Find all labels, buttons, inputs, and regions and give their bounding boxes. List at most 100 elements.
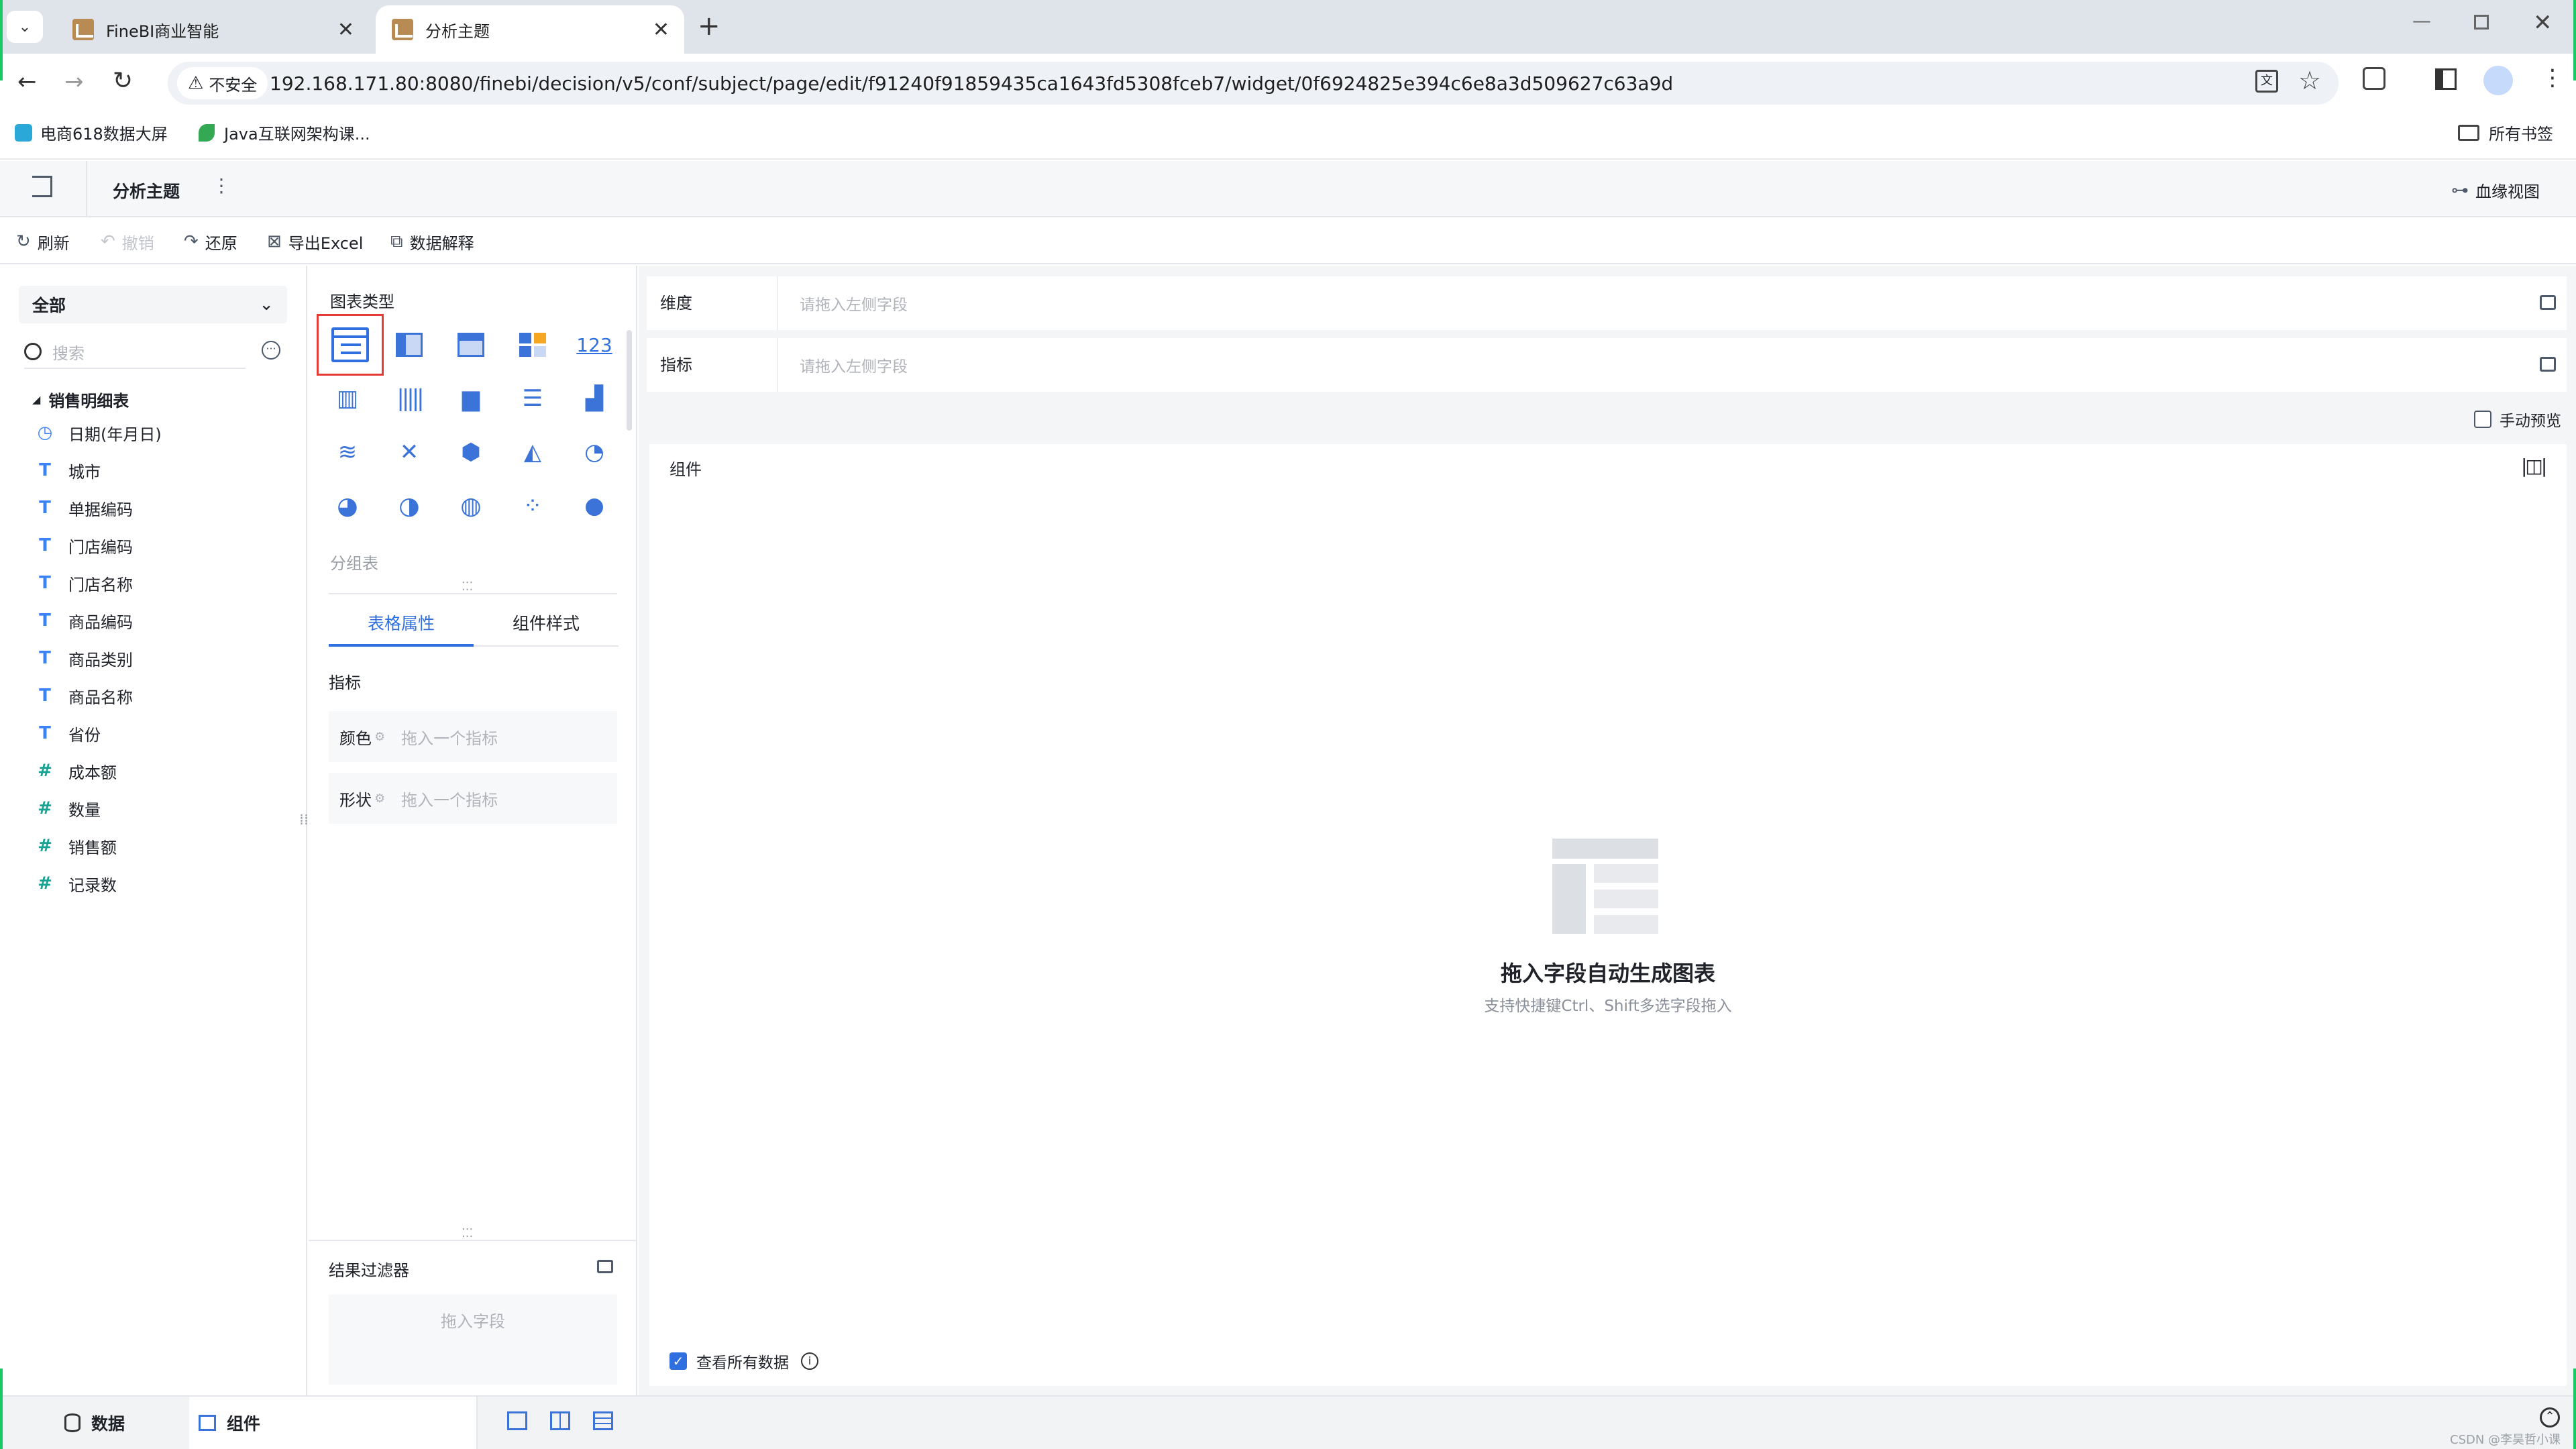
chart-type-detail-table[interactable] [449,323,492,366]
shape-label: 形状 [339,790,372,810]
chart-type-line[interactable]: ✕ [388,431,431,474]
metric-placeholder[interactable]: 请拖入左侧字段 [800,354,908,376]
component-tab[interactable]: 组件 [189,1397,478,1449]
close-tab-icon[interactable]: ✕ [337,18,354,42]
browser-tab-subject[interactable]: 分析主题 ✕ [376,5,684,54]
new-tab-button[interactable]: + [698,11,720,42]
add-dashboard-icon[interactable] [550,1411,570,1430]
chart-type-map[interactable]: ◍ [449,484,492,527]
field-item[interactable]: # 记录数 [36,868,117,899]
chart-type-pie[interactable]: ◕ [326,484,369,527]
chart-type-bubble[interactable]: ● [573,484,616,527]
field-item[interactable]: # 销售额 [36,830,117,861]
chart-type-bar[interactable]: ☰ [511,377,554,420]
filter-drop-zone[interactable]: 拖入字段 [329,1295,617,1385]
tab-component-style[interactable]: 组件样式 [474,608,619,647]
chart-type-gauge[interactable]: ◔ [573,431,616,474]
table-node[interactable]: ◢ 销售明细表 [32,388,129,411]
field-item[interactable]: T 城市 [36,455,101,486]
browser-tab-finebi[interactable]: FineBI商业智能 ✕ [47,5,369,54]
chart-type-crosstab[interactable] [388,323,431,366]
chart-type-kpi-card[interactable] [511,323,554,366]
undo-button[interactable]: ↶ 撤销 [101,219,154,264]
data-tab[interactable]: 数据 [0,1397,189,1449]
url-text[interactable]: 192.168.171.80:8080/finebi/decision/v5/c… [270,72,1673,95]
color-drop-zone[interactable]: 颜色 ⚙ 拖入一个指标 [329,711,617,762]
chart-type-radar[interactable]: ⬢ [449,431,492,474]
browser-menu-icon[interactable]: ⋮ [2541,64,2564,91]
side-panel-icon[interactable] [2435,68,2457,90]
lock-icon[interactable] [2540,295,2556,310]
chart-type-grouped-column[interactable]: ||||| [388,377,431,420]
field-item[interactable]: T 省份 [36,718,101,749]
add-component-icon[interactable] [507,1411,527,1430]
field-item[interactable]: # 成本额 [36,755,117,786]
checkbox-checked[interactable]: ✓ [669,1352,687,1370]
more-options-icon[interactable]: ··· [262,341,280,360]
view-all-data-toggle[interactable]: ✓ 查看所有数据 i [669,1350,818,1373]
lineage-view-button[interactable]: ⊶ 血缘视图 [2451,178,2540,202]
tab-search-button[interactable]: ⌄ [7,11,43,43]
info-icon[interactable]: i [801,1352,818,1370]
export-excel-button[interactable]: ⊠ 导出Excel [267,219,363,264]
all-bookmarks[interactable]: 所有书签 [2458,121,2553,144]
chart-type-waterfall[interactable]: ▟ [573,377,616,420]
chart-type-text[interactable]: 123 [573,323,616,366]
filter-lock-icon[interactable] [597,1260,613,1273]
vertical-scrollbar[interactable] [627,330,632,431]
chart-type-rose[interactable]: ◑ [388,484,431,527]
profile-avatar[interactable] [2483,66,2513,95]
data-explain-button[interactable]: ⧉ 数据解释 [390,219,474,264]
lock-icon[interactable] [2540,357,2556,372]
chart-type-multi-line[interactable]: ≋ [326,431,369,474]
exit-icon[interactable] [32,176,52,197]
field-item[interactable]: ◷ 日期(年月日) [36,417,162,448]
chart-type-scatter[interactable]: ⁘ [511,484,554,527]
close-tab-icon[interactable]: ✕ [653,18,669,42]
security-chip[interactable]: ⚠ 不安全 [177,67,268,99]
chart-type-stacked-column[interactable]: ▥ [326,377,369,420]
section-resize-handle[interactable]: ⁚⁚⁚ [462,580,473,594]
search-input[interactable]: 搜索 [24,335,246,369]
collapse-up-icon[interactable]: ⌃ [2540,1407,2560,1428]
redo-button[interactable]: ↷ 还原 [184,219,237,264]
reload-icon[interactable]: ↻ [113,67,133,95]
text-field-icon: T [39,498,51,518]
more-icon[interactable]: ⋮ [212,174,231,197]
field-item[interactable]: T 商品名称 [36,680,133,711]
checkbox[interactable] [2474,411,2491,428]
add-report-icon[interactable] [593,1411,613,1430]
scope-select[interactable]: 全部 ⌄ [19,286,287,323]
chart-icon [199,1415,216,1431]
back-icon[interactable]: ← [17,68,37,95]
chart-settings-icon[interactable]: |◫| [2521,455,2547,477]
close-window-button[interactable]: ✕ [2533,9,2553,36]
number-text-icon: 123 [576,333,612,356]
extensions-icon[interactable] [2363,67,2385,90]
minimize-button[interactable]: — [2412,9,2431,32]
address-bar[interactable]: ⚠ 不安全 192.168.171.80:8080/finebi/decisio… [168,62,2339,105]
field-item[interactable]: # 数量 [36,793,101,824]
chart-type-area[interactable]: ◭ [511,431,554,474]
field-item[interactable]: T 门店编码 [36,530,133,561]
tab-table-properties[interactable]: 表格属性 [329,608,474,647]
chart-type-column[interactable]: ▆ [449,377,492,420]
bookmark-item[interactable]: Java互联网架构课... [199,121,370,144]
field-item[interactable]: T 门店名称 [36,568,133,598]
manual-preview-toggle[interactable]: 手动预览 [2474,408,2561,431]
bookmark-star-icon[interactable]: ☆ [2298,66,2321,95]
chart-type-grouped-table[interactable] [317,314,384,376]
panel-resize-handle[interactable]: ⁞⁞ [299,813,309,828]
translate-icon[interactable]: 文 [2255,70,2278,93]
field-item[interactable]: T 商品编码 [36,605,133,636]
number-field-icon: # [38,761,52,781]
field-item[interactable]: T 单据编码 [36,492,133,523]
dimension-placeholder[interactable]: 请拖入左侧字段 [800,292,908,315]
shape-drop-zone[interactable]: 形状 ⚙ 拖入一个指标 [329,773,617,824]
forward-icon[interactable]: → [64,68,84,95]
restore-button[interactable] [2474,15,2489,30]
field-item[interactable]: T 商品类别 [36,643,133,674]
section-resize-handle[interactable]: ⁚⁚⁚ [462,1226,473,1240]
bookmark-item[interactable]: 电商618数据大屏 [15,121,168,144]
refresh-button[interactable]: ↻ 刷新 [16,219,70,264]
